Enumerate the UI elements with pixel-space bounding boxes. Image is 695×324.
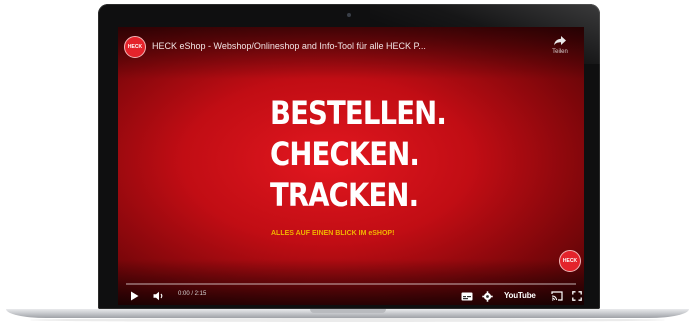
channel-avatar[interactable]: HECK xyxy=(124,36,146,58)
channel-avatar-label: HECK xyxy=(127,44,143,50)
headline-line-2: CHECKEN. xyxy=(270,135,420,173)
webcam xyxy=(347,13,351,17)
heck-watermark-logo: HECK xyxy=(559,250,581,272)
top-gradient xyxy=(118,27,584,79)
video-player[interactable]: HECK HECK eShop - Webshop/Onlineshop and… xyxy=(118,27,584,305)
laptop-shadow xyxy=(30,318,665,322)
gear-icon xyxy=(481,290,493,302)
fullscreen-icon xyxy=(572,291,582,301)
headline: BESTELLEN. CHECKEN. TRACKEN. xyxy=(270,93,447,216)
settings-button[interactable] xyxy=(480,289,494,303)
headline-line-1: BESTELLEN. xyxy=(270,94,447,132)
share-label: Teilen xyxy=(552,49,568,55)
subtitles-icon xyxy=(461,292,473,300)
subline: ALLES AUF EINEN BLICK IM eSHOP! xyxy=(271,230,395,237)
subtitles-button[interactable] xyxy=(460,289,474,303)
watermark-label: HECK xyxy=(562,258,578,264)
youtube-logo[interactable]: YouTube xyxy=(504,291,536,300)
share-arrow-icon xyxy=(554,36,566,46)
play-button[interactable] xyxy=(128,289,140,303)
share-button[interactable]: Teilen xyxy=(548,35,572,61)
fullscreen-button[interactable] xyxy=(570,289,584,303)
player-controls: 0:00 / 2:15 YouTube xyxy=(126,289,582,303)
progress-bar[interactable] xyxy=(126,283,576,285)
volume-icon xyxy=(153,291,163,301)
laptop-scene: HECK HECK eShop - Webshop/Onlineshop and… xyxy=(0,0,695,324)
play-icon xyxy=(130,291,138,301)
headline-line-3: TRACKEN. xyxy=(270,176,419,214)
laptop-hinge-notch xyxy=(310,309,386,313)
cast-button[interactable] xyxy=(550,289,564,303)
video-title[interactable]: HECK eShop - Webshop/Onlineshop and Info… xyxy=(152,41,492,51)
volume-button[interactable] xyxy=(152,289,166,303)
cast-icon xyxy=(551,291,563,301)
time-display: 0:00 / 2:15 xyxy=(178,291,207,297)
